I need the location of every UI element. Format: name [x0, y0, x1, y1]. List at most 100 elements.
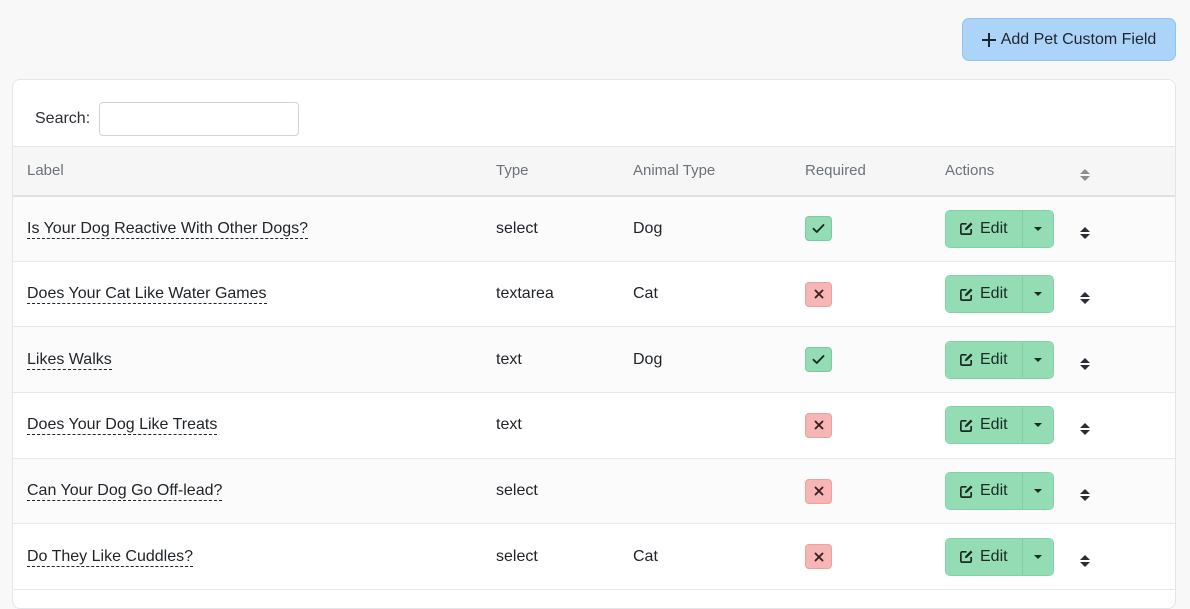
edit-label: Edit: [980, 219, 1008, 237]
edit-button-group: Edit: [945, 537, 1054, 576]
column-header-type[interactable]: Type: [482, 147, 619, 196]
table-row: Does Your Cat Like Water Games textarea …: [13, 261, 1175, 327]
actions-dropdown-toggle[interactable]: [1022, 341, 1053, 378]
x-icon: [814, 486, 824, 496]
reorder-handle-icon[interactable]: [1080, 489, 1090, 502]
cell-animal-type: Dog: [633, 219, 663, 237]
cell-reorder: [1066, 393, 1175, 459]
edit-button-group: Edit: [945, 340, 1054, 379]
reorder-handle-icon[interactable]: [1080, 423, 1090, 436]
top-bar: Add Pet Custom Field: [0, 0, 1190, 79]
add-button-label: Add Pet Custom Field: [1000, 30, 1157, 48]
cell-actions: Edit: [931, 261, 1066, 327]
cell-reorder: [1066, 196, 1175, 262]
cell-label: Do They Like Cuddles?: [13, 524, 482, 590]
edit-button[interactable]: Edit: [946, 341, 1023, 378]
cell-actions: Edit: [931, 393, 1066, 459]
custom-fields-card: Search: Label Type Animal Type Required …: [12, 79, 1176, 609]
caret-down-icon: [1033, 554, 1042, 559]
table-row: Likes Walks text Dog Edit: [13, 326, 1175, 393]
check-icon: [812, 223, 825, 234]
edit-label: Edit: [980, 285, 1008, 303]
cell-reorder: [1066, 458, 1175, 524]
field-label-link[interactable]: Does Your Cat Like Water Games: [27, 285, 267, 305]
cell-reorder: [1066, 524, 1175, 590]
required-badge: [805, 347, 832, 373]
cell-label: Does Your Dog Like Treats: [13, 393, 482, 459]
column-header-required[interactable]: Required: [791, 147, 931, 196]
edit-button[interactable]: Edit: [946, 538, 1023, 575]
reorder-handle-icon[interactable]: [1080, 357, 1090, 370]
cell-type: text: [496, 416, 522, 434]
edit-button[interactable]: Edit: [946, 473, 1023, 510]
caret-down-icon: [1033, 357, 1042, 362]
field-label-link[interactable]: Does Your Dog Like Treats: [27, 416, 218, 436]
edit-icon: [959, 287, 980, 302]
edit-label: Edit: [980, 547, 1008, 565]
column-header-actions: Actions: [945, 162, 995, 180]
cell-required: [791, 393, 931, 459]
cell-actions: Edit: [931, 196, 1066, 262]
edit-button-group: Edit: [945, 209, 1054, 248]
search-label: Search:: [35, 110, 91, 127]
table-row: Does Your Dog Like Treats text Edit: [13, 392, 1175, 459]
cell-type: select: [496, 219, 538, 237]
edit-label: Edit: [980, 482, 1008, 500]
cell-reorder: [1066, 261, 1175, 327]
field-label-link[interactable]: Can Your Dog Go Off-lead?: [27, 482, 223, 502]
plus-icon: [981, 32, 996, 47]
cell-actions: Edit: [931, 327, 1066, 393]
x-icon: [814, 552, 824, 562]
cell-required: [791, 524, 931, 590]
actions-dropdown-toggle[interactable]: [1022, 538, 1053, 575]
field-label-link[interactable]: Likes Walks: [27, 350, 112, 370]
cell-required: [791, 261, 931, 327]
sort-icon[interactable]: [1080, 168, 1090, 181]
cell-label: Is Your Dog Reactive With Other Dogs?: [13, 196, 482, 262]
table-row: Can Your Dog Go Off-lead? select Edit: [13, 458, 1175, 524]
cell-animal-type: Cat: [633, 285, 658, 303]
check-icon: [812, 354, 825, 365]
edit-button[interactable]: Edit: [946, 210, 1023, 247]
edit-label: Edit: [980, 350, 1008, 368]
edit-button-group: Edit: [945, 275, 1054, 314]
column-header-sort[interactable]: [1066, 147, 1175, 196]
cell-animal-type: Cat: [633, 547, 658, 565]
cell-type: select: [496, 547, 538, 565]
cell-label: Can Your Dog Go Off-lead?: [13, 458, 482, 524]
cell-actions: Edit: [931, 524, 1066, 590]
reorder-handle-icon[interactable]: [1080, 292, 1090, 305]
edit-icon: [959, 221, 980, 236]
field-label-link[interactable]: Do They Like Cuddles?: [27, 547, 194, 567]
actions-dropdown-toggle[interactable]: [1022, 473, 1053, 510]
field-label-link[interactable]: Is Your Dog Reactive With Other Dogs?: [27, 219, 309, 239]
edit-label: Edit: [980, 416, 1008, 434]
actions-dropdown-toggle[interactable]: [1022, 210, 1053, 247]
edit-icon: [959, 549, 980, 564]
search-input[interactable]: [99, 102, 300, 136]
edit-button[interactable]: Edit: [946, 276, 1023, 313]
caret-down-icon: [1033, 226, 1042, 231]
cell-animal-type: [619, 458, 791, 524]
cell-type: text: [496, 350, 522, 368]
reorder-handle-icon[interactable]: [1080, 554, 1090, 567]
column-header-label[interactable]: Label: [13, 147, 482, 196]
reorder-handle-icon[interactable]: [1080, 226, 1090, 239]
actions-dropdown-toggle[interactable]: [1022, 276, 1053, 313]
add-pet-custom-field-button[interactable]: Add Pet Custom Field: [962, 18, 1176, 61]
caret-down-icon: [1033, 489, 1042, 494]
edit-icon: [959, 352, 980, 367]
column-header-animal-type[interactable]: Animal Type: [619, 147, 791, 196]
cell-label: Likes Walks: [13, 327, 482, 393]
cell-type: select: [496, 482, 538, 500]
cell-actions: Edit: [931, 458, 1066, 524]
edit-icon: [959, 484, 980, 499]
cell-required: [791, 196, 931, 262]
actions-dropdown-toggle[interactable]: [1022, 407, 1053, 444]
required-badge: [805, 216, 832, 242]
cell-reorder: [1066, 327, 1175, 393]
custom-fields-table: Label Type Animal Type Required Actions …: [13, 146, 1175, 590]
required-badge: [805, 281, 832, 307]
x-icon: [814, 420, 824, 430]
edit-button[interactable]: Edit: [946, 407, 1023, 444]
